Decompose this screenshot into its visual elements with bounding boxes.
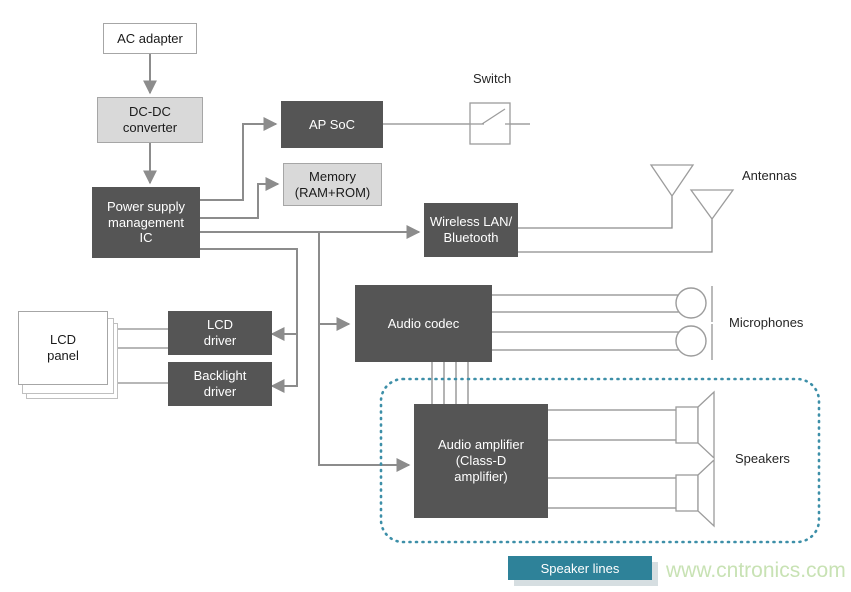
speaker-symbol-2: [675, 458, 715, 528]
block-power-supply-management-ic[interactable]: Power supply management IC: [92, 187, 200, 258]
block-audio-amplifier[interactable]: Audio amplifier (Class-D amplifier): [414, 404, 548, 518]
watermark-text: www.cntronics.com: [666, 559, 846, 582]
diagram-canvas: LCD panel AC adapter DC-DC converter Pow…: [0, 0, 851, 592]
microphone-symbol-1: [675, 286, 713, 322]
label-antennas: Antennas: [742, 168, 797, 183]
speaker-symbol-1: [675, 390, 715, 460]
legend-speaker-lines-badge[interactable]: Speaker lines: [508, 556, 652, 580]
wire-wlan-to-antenna-1: [518, 196, 673, 229]
wire-wlan-to-antenna-2: [518, 219, 713, 253]
label-switch: Switch: [473, 71, 512, 86]
block-backlight-driver[interactable]: Backlight driver: [168, 362, 272, 406]
block-dcdc-converter[interactable]: DC-DC converter: [97, 97, 203, 143]
block-lcd-driver[interactable]: LCD driver: [168, 311, 272, 355]
block-memory[interactable]: Memory (RAM+ROM): [283, 163, 382, 206]
antenna-symbol-2: [689, 189, 735, 221]
label-speakers: Speakers: [735, 451, 790, 466]
microphone-symbol-2: [675, 324, 713, 360]
wire-pmic-to-apsoc: [200, 117, 278, 201]
block-ac-adapter[interactable]: AC adapter: [103, 23, 197, 54]
block-lcd-panel[interactable]: LCD panel: [18, 311, 108, 385]
block-ap-soc[interactable]: AP SoC: [281, 101, 383, 148]
wire-codec-to-amp: [431, 362, 469, 404]
label-microphones: Microphones: [729, 315, 804, 330]
wire-pmic-to-backlight-driver: [270, 334, 298, 393]
block-audio-codec[interactable]: Audio codec: [355, 285, 492, 362]
antenna-symbol-1: [649, 164, 695, 198]
block-wireless-lan-bluetooth[interactable]: Wireless LAN/ Bluetooth: [424, 203, 518, 257]
switch-symbol: [469, 102, 511, 145]
